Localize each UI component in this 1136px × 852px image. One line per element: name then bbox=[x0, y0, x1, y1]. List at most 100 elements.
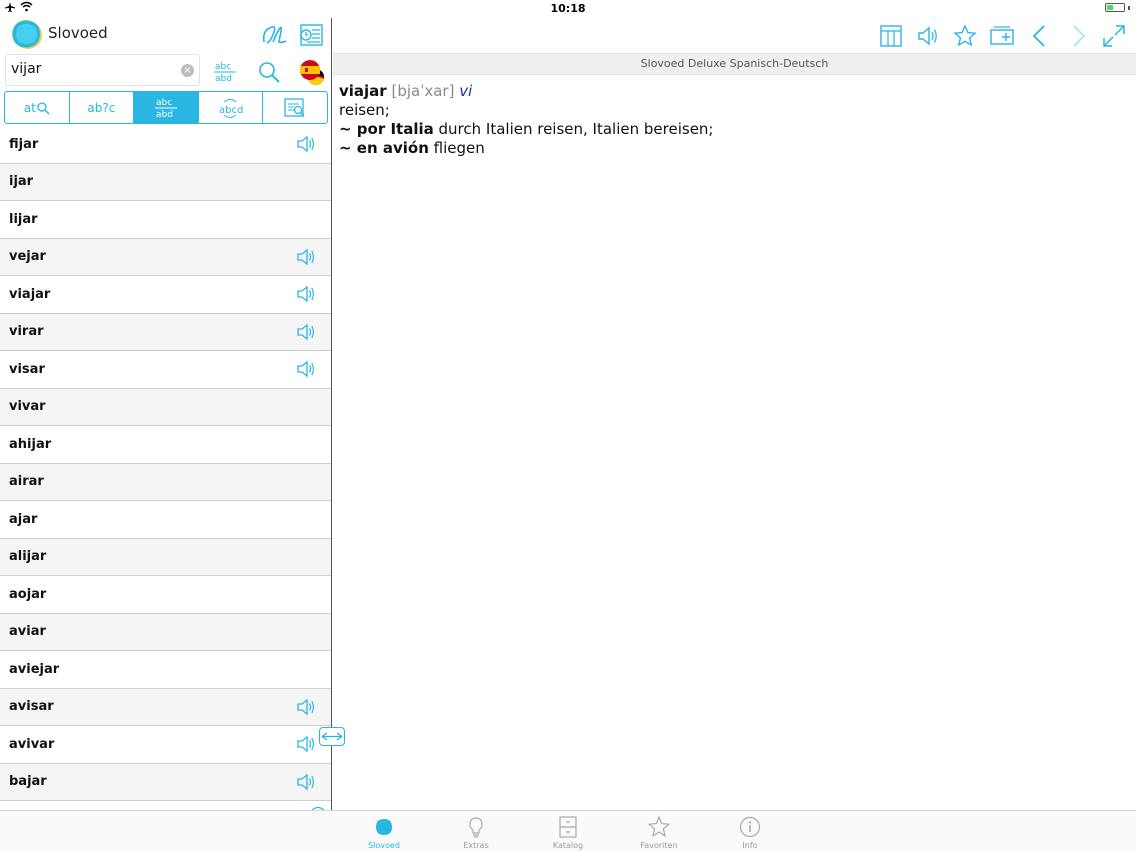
svg-text:abcd: abcd bbox=[219, 105, 243, 116]
word-label: avivar bbox=[9, 736, 55, 752]
tab-info[interactable]: Info bbox=[720, 815, 780, 850]
tab-katalog[interactable]: Katalog bbox=[538, 815, 598, 850]
word-label: virar bbox=[9, 324, 44, 340]
word-list: fijar ijar lijar vejar viajar virar visar vivar… bbox=[0, 126, 331, 801]
word-list-item[interactable]: lijar bbox=[0, 201, 331, 239]
tab-favoriten[interactable]: Favoriten bbox=[629, 815, 689, 850]
spelling-mode-icon[interactable]: abc abd bbox=[211, 59, 239, 85]
speaker-icon[interactable] bbox=[295, 772, 317, 792]
favorite-star-icon[interactable] bbox=[952, 23, 978, 49]
dictionary-title: Slovoed Deluxe Spanisch-Deutsch bbox=[333, 53, 1136, 75]
word-list-item[interactable]: avivar bbox=[0, 726, 331, 764]
word-list-item[interactable]: viajar bbox=[0, 276, 331, 314]
fulltext-search-icon bbox=[284, 97, 305, 117]
entry-example: ~ por Italia durch Italien reisen, Itali… bbox=[339, 120, 713, 139]
anagram-icon: abcd bbox=[219, 98, 243, 118]
example-phrase[interactable]: ~ en avión bbox=[339, 139, 429, 157]
svg-text:abc: abc bbox=[215, 62, 231, 72]
word-label: ahijar bbox=[9, 436, 52, 452]
word-list-item[interactable]: ijar bbox=[0, 163, 331, 201]
word-label: visar bbox=[9, 361, 45, 377]
speaker-icon[interactable] bbox=[295, 134, 317, 154]
search-field[interactable]: × bbox=[5, 54, 200, 86]
search-input[interactable] bbox=[11, 61, 171, 77]
app-name: Slovoed bbox=[48, 24, 108, 42]
speaker-icon[interactable] bbox=[295, 734, 317, 754]
svg-text:abc: abc bbox=[156, 98, 172, 108]
word-label: ajar bbox=[9, 511, 38, 527]
spanish-flag-icon[interactable] bbox=[298, 58, 326, 86]
word-list-item[interactable]: ahijar bbox=[0, 426, 331, 464]
speaker-icon[interactable] bbox=[915, 23, 941, 49]
fullscreen-icon[interactable] bbox=[1101, 23, 1127, 49]
tab-extras[interactable]: Extras bbox=[446, 815, 506, 850]
mode-fuzzy-search[interactable]: abc abd bbox=[134, 92, 199, 123]
word-list-item[interactable]: bajar bbox=[0, 763, 331, 801]
word-list-item[interactable]: visar bbox=[0, 351, 331, 389]
word-list-item[interactable]: virar bbox=[0, 313, 331, 351]
search-row: × abc abd bbox=[0, 54, 331, 88]
speaker-icon[interactable] bbox=[295, 697, 317, 717]
layout-columns-icon[interactable] bbox=[878, 23, 904, 49]
article-toolbar bbox=[333, 18, 1136, 53]
word-label: avisar bbox=[9, 699, 54, 715]
entry-transcription: [bjaˈxar] bbox=[391, 82, 455, 100]
entry-part-of-speech: vi bbox=[459, 82, 473, 100]
battery-icon bbox=[1105, 3, 1125, 12]
entry-example: ~ en avión fliegen bbox=[339, 139, 713, 158]
history-icon[interactable] bbox=[297, 22, 325, 48]
magnifier-icon bbox=[37, 101, 50, 114]
word-list-item[interactable]: ajar bbox=[0, 501, 331, 539]
handwriting-icon[interactable] bbox=[260, 22, 288, 48]
speaker-icon[interactable] bbox=[295, 247, 317, 267]
speaker-icon[interactable] bbox=[295, 284, 317, 304]
status-right bbox=[1105, 3, 1130, 12]
word-label: ijar bbox=[9, 174, 34, 190]
brand-row: Slovoed bbox=[0, 18, 331, 54]
word-label: aojar bbox=[9, 586, 47, 602]
add-card-icon[interactable] bbox=[989, 23, 1015, 49]
tab-slovoed[interactable]: Slovoed bbox=[354, 815, 414, 850]
dictionary-entry: viajar [bjaˈxar] vi reisen; ~ por Italia… bbox=[339, 82, 713, 158]
mode-fulltext-search[interactable] bbox=[263, 92, 327, 123]
search-icon[interactable] bbox=[256, 59, 282, 85]
word-label: vivar bbox=[9, 399, 46, 415]
mode-prefix-search[interactable]: at bbox=[5, 92, 70, 123]
slovoed-logo-icon bbox=[12, 20, 42, 49]
word-label: airar bbox=[9, 474, 44, 490]
cabinet-icon bbox=[559, 816, 577, 838]
svg-text:abd: abd bbox=[215, 74, 232, 84]
word-label: lijar bbox=[9, 211, 38, 227]
speaker-icon[interactable] bbox=[295, 322, 317, 342]
word-label: bajar bbox=[9, 774, 47, 790]
lightbulb-icon bbox=[469, 817, 483, 838]
example-translation: durch Italien reisen, Italien bereisen; bbox=[438, 120, 714, 138]
word-label: alijar bbox=[9, 549, 47, 565]
word-label: fijar bbox=[9, 136, 39, 152]
word-list-item[interactable]: avisar bbox=[0, 688, 331, 726]
word-list-item[interactable]: aojar bbox=[0, 576, 331, 614]
status-bar: 10:18 bbox=[0, 0, 1136, 18]
star-icon bbox=[647, 815, 671, 838]
word-list-item[interactable]: airar bbox=[0, 463, 331, 501]
word-list-item[interactable]: vejar bbox=[0, 238, 331, 276]
search-mode-bar: at ab?c abc abd abcd bbox=[4, 91, 328, 124]
speaker-icon[interactable] bbox=[295, 359, 317, 379]
forward-arrow-icon[interactable] bbox=[1065, 23, 1091, 49]
word-list-item[interactable]: aviejar bbox=[0, 651, 331, 689]
clear-icon[interactable]: × bbox=[181, 64, 194, 77]
mode-anagram-search[interactable]: abcd bbox=[199, 92, 264, 123]
word-label: aviejar bbox=[9, 661, 60, 677]
word-list-item[interactable]: vivar bbox=[0, 388, 331, 426]
back-arrow-icon[interactable] bbox=[1027, 23, 1053, 49]
mode-wildcard-search[interactable]: ab?c bbox=[70, 92, 135, 123]
article-panel: Slovoed Deluxe Spanisch-Deutsch viajar [… bbox=[333, 18, 1136, 810]
word-label: vejar bbox=[9, 249, 46, 265]
slovoed-icon bbox=[376, 819, 392, 835]
word-list-item[interactable]: fijar bbox=[0, 126, 331, 164]
word-list-item[interactable]: aviar bbox=[0, 613, 331, 651]
example-phrase[interactable]: ~ por Italia bbox=[339, 120, 434, 138]
example-translation: fliegen bbox=[433, 139, 485, 157]
svg-text:abd: abd bbox=[156, 110, 173, 120]
word-list-item[interactable]: alijar bbox=[0, 538, 331, 576]
